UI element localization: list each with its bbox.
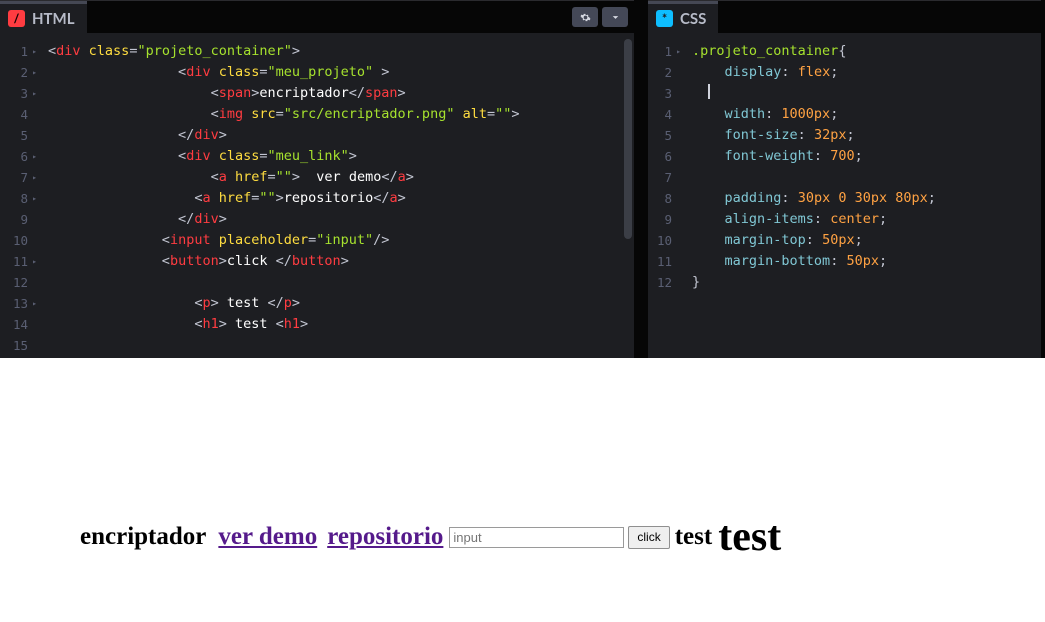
html-tab[interactable]: / HTML (0, 1, 87, 33)
css-badge-icon: * (656, 10, 673, 27)
html-tab-label: HTML (32, 10, 75, 28)
chevron-down-icon (610, 12, 621, 23)
html-panel: / HTML 123456789101112131415 <div class=… (0, 0, 634, 358)
projeto-container: encriptador ver demo repositorio click t… (0, 513, 1045, 561)
preview-pane: encriptador ver demo repositorio click t… (0, 358, 1045, 622)
click-button[interactable]: click (628, 526, 669, 549)
vertical-scrollbar[interactable] (624, 39, 632, 239)
ver-demo-link[interactable]: ver demo (218, 523, 317, 551)
settings-button[interactable] (572, 7, 598, 27)
html-panel-tools (572, 1, 634, 33)
text-input[interactable] (449, 527, 624, 548)
collapse-button[interactable] (602, 7, 628, 27)
encriptador-label: encriptador (80, 523, 206, 550)
html-panel-header: / HTML (0, 1, 634, 33)
html-code[interactable]: <div class="projeto_container"> <div cla… (38, 33, 634, 358)
h1-test: test (718, 513, 781, 561)
css-panel-header: * CSS (648, 1, 1041, 33)
html-editor[interactable]: 123456789101112131415 <div class="projet… (0, 33, 634, 358)
css-editor[interactable]: 123456789101112 .projeto_container{ disp… (648, 33, 1041, 358)
css-panel: * CSS 123456789101112 .projeto_container… (648, 0, 1041, 358)
html-badge-icon: / (8, 10, 25, 27)
meu-projeto: encriptador (80, 523, 206, 551)
repositorio-link[interactable]: repositorio (327, 523, 443, 551)
css-gutter: 123456789101112 (648, 33, 682, 358)
html-gutter: 123456789101112131415 (0, 33, 38, 358)
css-tab[interactable]: * CSS (648, 1, 718, 33)
css-code[interactable]: .projeto_container{ display: flex; width… (682, 33, 1041, 358)
meu-link: ver demo repositorio (218, 523, 443, 551)
css-tab-label: CSS (680, 10, 706, 28)
editors-row: / HTML 123456789101112131415 <div class=… (0, 0, 1045, 358)
gear-icon (580, 12, 591, 23)
p-test: test (675, 523, 712, 551)
